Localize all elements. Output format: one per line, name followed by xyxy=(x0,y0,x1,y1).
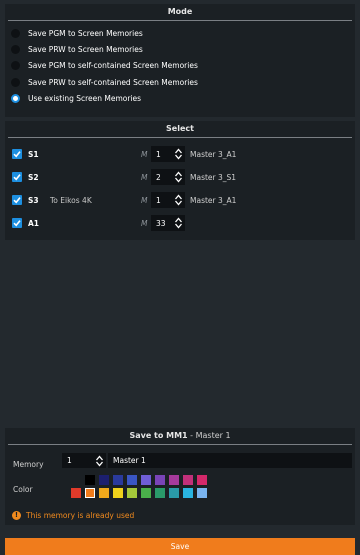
memory-name-value: Master 1 xyxy=(113,456,146,465)
checkbox-checked-icon[interactable] xyxy=(12,195,22,205)
save-to-panel: Save to MM1 - Master 1 Memory 1 Master 1… xyxy=(5,428,355,525)
memory-number-value: 2 xyxy=(156,173,161,182)
warning-message: ! This memory is already used xyxy=(12,511,134,520)
source-name: S3 xyxy=(28,196,39,205)
mode-option-label: Save PRW to self-contained Screen Memori… xyxy=(28,77,198,87)
color-swatch[interactable] xyxy=(183,488,193,498)
master-label: Master 3_A1 xyxy=(190,196,237,205)
stepper-icon[interactable] xyxy=(175,194,182,206)
warning-text: This memory is already used xyxy=(26,511,135,520)
source-note: To Eikos 4K xyxy=(50,196,92,205)
source-name: S2 xyxy=(28,173,39,182)
color-swatch[interactable] xyxy=(113,488,123,498)
memory-number-input[interactable]: 1 xyxy=(151,192,185,208)
memory-m-label: M xyxy=(141,173,148,182)
mode-option[interactable]: Use existing Screen Memories xyxy=(5,90,355,106)
color-swatch[interactable] xyxy=(99,488,109,498)
color-swatch[interactable] xyxy=(197,475,207,485)
mode-option-label: Use existing Screen Memories xyxy=(28,93,142,103)
stepper-icon[interactable] xyxy=(175,217,182,229)
save-to-subtitle: Master 1 xyxy=(195,431,231,440)
memory-number-value: 1 xyxy=(156,196,161,205)
memory-number-input[interactable]: 1 xyxy=(62,453,106,468)
color-swatch[interactable] xyxy=(141,475,151,485)
mode-option-label: Save PGM to self-contained Screen Memori… xyxy=(28,61,198,71)
memory-m-label: M xyxy=(141,219,148,228)
mode-option-label: Save PRW to Screen Memories xyxy=(28,44,143,54)
mode-title: Mode xyxy=(8,4,352,21)
memory-m-label: M xyxy=(141,196,148,205)
radio-unselected-icon[interactable] xyxy=(11,28,20,38)
color-swatch[interactable] xyxy=(141,488,151,498)
memory-number-value: 1 xyxy=(67,456,72,465)
memory-number-input[interactable]: 2 xyxy=(151,169,185,185)
memory-number-input[interactable]: 1 xyxy=(151,146,185,162)
color-swatch[interactable] xyxy=(71,488,81,498)
color-row: Color xyxy=(5,475,355,511)
mode-options: Save PGM to Screen Memories Save PRW to S… xyxy=(5,21,355,106)
memory-number-value: 1 xyxy=(156,150,161,159)
select-row: S2 M 2 Master 3_S1 xyxy=(5,166,355,189)
color-swatch[interactable] xyxy=(169,475,179,485)
color-swatch[interactable] xyxy=(85,488,95,498)
mode-option[interactable]: Save PRW to self-contained Screen Memori… xyxy=(5,74,355,90)
checkbox-checked-icon[interactable] xyxy=(12,218,22,228)
color-swatch[interactable] xyxy=(99,475,109,485)
color-swatch[interactable] xyxy=(127,475,137,485)
stepper-icon[interactable] xyxy=(175,171,182,183)
color-swatch[interactable] xyxy=(197,488,207,498)
checkbox-checked-icon[interactable] xyxy=(12,172,22,182)
color-swatch[interactable] xyxy=(127,488,137,498)
stepper-icon[interactable] xyxy=(96,455,103,467)
color-swatch[interactable] xyxy=(113,475,123,485)
memory-number-value: 33 xyxy=(156,219,166,228)
color-label: Color xyxy=(13,485,33,494)
radio-unselected-icon[interactable] xyxy=(11,44,20,54)
save-to-title: Save to MM1 - Master 1 xyxy=(8,428,352,445)
color-swatch[interactable] xyxy=(85,475,95,485)
memory-row: Memory 1 Master 1 xyxy=(5,453,355,475)
color-swatch[interactable] xyxy=(155,475,165,485)
radio-selected-icon[interactable] xyxy=(11,93,20,103)
radio-unselected-icon[interactable] xyxy=(11,77,20,87)
master-label: Master 3_A1 xyxy=(190,150,237,159)
color-swatch[interactable] xyxy=(169,488,179,498)
color-swatch[interactable] xyxy=(183,475,193,485)
stepper-icon[interactable] xyxy=(175,148,182,160)
mode-option-label: Save PGM to Screen Memories xyxy=(28,28,143,38)
mode-option[interactable]: Save PGM to self-contained Screen Memori… xyxy=(5,58,355,74)
color-swatch[interactable] xyxy=(155,488,165,498)
checkbox-checked-icon[interactable] xyxy=(12,149,22,159)
memory-m-label: M xyxy=(141,150,148,159)
mode-option[interactable]: Save PRW to Screen Memories xyxy=(5,41,355,57)
source-name: A1 xyxy=(28,219,40,228)
warning-icon: ! xyxy=(12,511,21,520)
select-panel: Select S1 M 1 Master 3_A1 S2 M 2 Master 3_S1 S3 T… xyxy=(5,121,355,240)
save-to-separator: - xyxy=(187,431,196,440)
radio-unselected-icon[interactable] xyxy=(11,61,20,71)
save-button[interactable]: Save xyxy=(5,538,355,555)
select-row: S1 M 1 Master 3_A1 xyxy=(5,143,355,166)
select-title: Select xyxy=(8,121,352,138)
select-rows: S1 M 1 Master 3_A1 S2 M 2 Master 3_S1 S3 To Eikos… xyxy=(5,138,355,235)
mode-panel: Mode Save PGM to Screen Memories Save PRW… xyxy=(5,4,355,117)
memory-number-input[interactable]: 33 xyxy=(151,215,185,231)
memory-label: Memory xyxy=(13,460,44,469)
select-row: S3 To Eikos 4K M 1 Master 3_A1 xyxy=(5,189,355,212)
mode-option[interactable]: Save PGM to Screen Memories xyxy=(5,25,355,41)
source-name: S1 xyxy=(28,150,39,159)
master-label: Master 3_S1 xyxy=(190,173,237,182)
memory-name-input[interactable]: Master 1 xyxy=(108,453,352,468)
save-to-heading: Save to MM1 xyxy=(129,431,188,440)
select-row: A1 M 33 xyxy=(5,212,355,235)
